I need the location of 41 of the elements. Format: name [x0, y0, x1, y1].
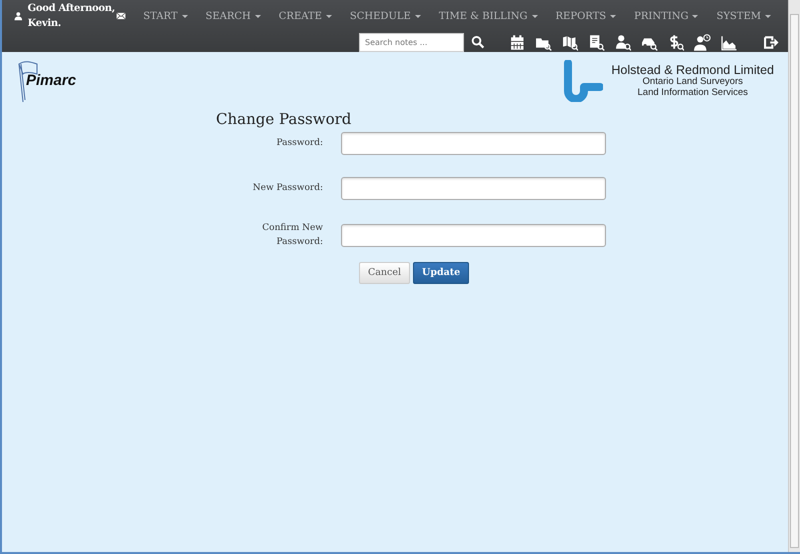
menu-item[interactable]: PRINTING	[625, 8, 708, 24]
menu-item[interactable]: REPORTS	[546, 8, 626, 24]
search-icon[interactable]	[471, 35, 485, 49]
password-field[interactable]	[341, 177, 606, 200]
map-search-icon[interactable]	[562, 34, 578, 50]
field-label: Confirm New Password:	[261, 222, 324, 248]
mail-icon[interactable]	[116, 10, 126, 22]
area-chart-icon[interactable]	[720, 34, 738, 50]
scrollbar[interactable]	[788, 0, 800, 552]
caret-icon	[182, 14, 188, 18]
menu-item[interactable]: TIME & BILLING	[430, 8, 547, 24]
sign-out-icon[interactable]	[763, 34, 780, 50]
menu-item[interactable]: SCHEDULE	[340, 8, 430, 24]
menu-item[interactable]: CREATE	[270, 8, 341, 24]
search-field[interactable]: Search notes ...	[359, 32, 464, 52]
pimarc-logo: Pimarc	[16, 58, 76, 104]
caret-icon	[414, 14, 421, 18]
user-icon	[14, 10, 23, 22]
menu-item[interactable]: SEARCH	[196, 8, 270, 24]
field-label: New Password:	[252, 182, 324, 195]
person-clock-icon[interactable]	[694, 34, 711, 50]
caret-icon	[765, 14, 771, 18]
cancel-button[interactable]: Cancel	[359, 262, 410, 284]
company-logo: Holstead & Redmond Limited Ontario Land Surveyors Land Information Services	[563, 58, 774, 104]
form-title: Change Password	[216, 110, 352, 128]
caret-icon	[254, 14, 261, 18]
greeting-text: Good Afternoon, Kevin.	[28, 2, 116, 31]
password-field[interactable]	[341, 224, 606, 247]
field-label: Password:	[276, 136, 324, 150]
menu-item[interactable]: SYSTEM	[707, 8, 780, 24]
update-button[interactable]: Update	[413, 262, 470, 284]
password-field[interactable]	[341, 132, 606, 155]
caret-icon	[326, 14, 332, 18]
menu-item[interactable]: START	[134, 8, 196, 24]
caret-icon	[610, 14, 616, 18]
person-search-icon[interactable]	[614, 34, 632, 50]
document-search-icon[interactable]	[588, 34, 605, 50]
caret-icon	[692, 14, 698, 18]
caret-icon	[532, 14, 538, 18]
dollar-search-icon[interactable]	[668, 34, 684, 50]
calendar-icon[interactable]	[508, 34, 526, 50]
